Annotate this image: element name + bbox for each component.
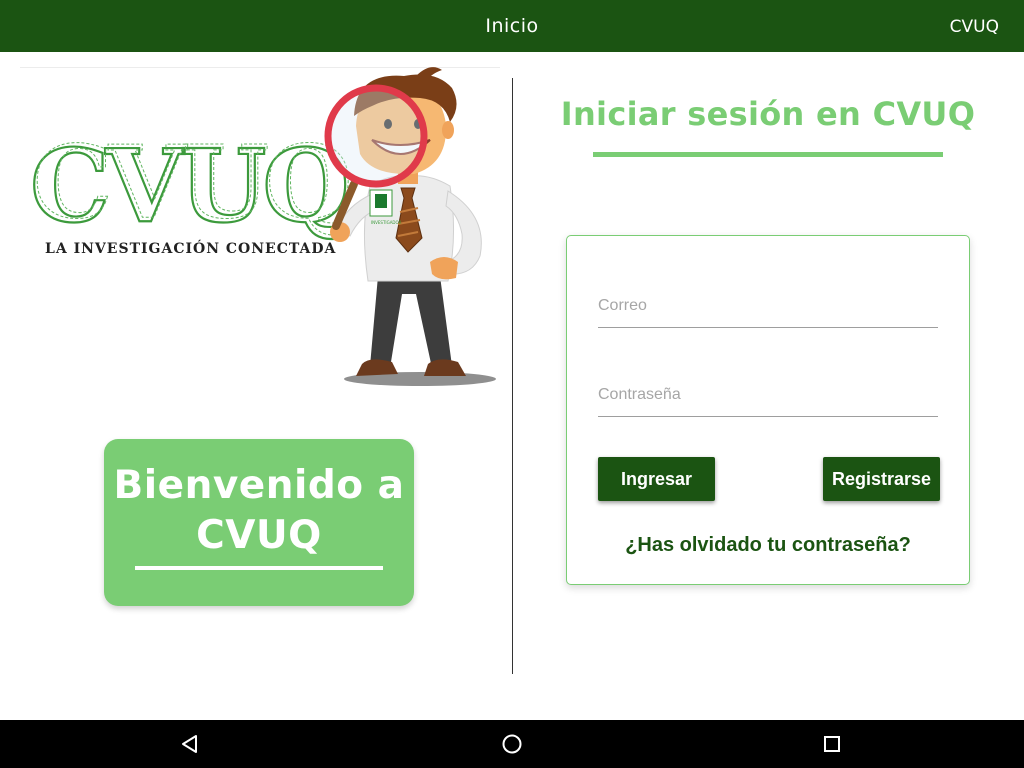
login-form-card: Ingresar Registrarse ¿Has olvidado tu co… [566, 235, 970, 585]
mascot-legs [370, 276, 452, 368]
magnifier-lens [324, 84, 428, 188]
mascot-right-shoe [424, 359, 466, 376]
mascot-illustration: INVESTIGADOR [324, 67, 496, 386]
recents-button[interactable] [802, 720, 862, 768]
logo-illustration: CVUQ CVUQ LA INVESTIGACIÓN CONECTADA INV… [29, 67, 496, 386]
login-title-underline [593, 152, 943, 157]
app-bar-title: Inicio [485, 15, 539, 37]
back-button[interactable] [160, 720, 220, 768]
welcome-line-2: CVUQ [196, 513, 322, 558]
back-triangle-icon [182, 735, 197, 753]
login-button[interactable]: Ingresar [598, 457, 715, 501]
app-bar-cvuq-action[interactable]: CVUQ [950, 0, 999, 52]
home-circle-icon [502, 734, 522, 754]
home-button[interactable] [482, 720, 542, 768]
cvuq-logo: CVUQ CVUQ LA INVESTIGACIÓN CONECTADA INV… [20, 66, 510, 396]
mascot-badge-logo [375, 194, 387, 208]
mascot-ear [442, 121, 454, 139]
forgot-password-link[interactable]: ¿Has olvidado tu contraseña? [567, 534, 969, 557]
welcome-line-1: Bienvenido a [113, 463, 405, 508]
register-button[interactable]: Registrarse [823, 457, 940, 501]
panel-divider [512, 78, 513, 674]
logo-wordmark-sketch: CVUQ [33, 123, 349, 241]
app-bar: Inicio CVUQ [0, 0, 1024, 52]
welcome-message: Bienvenido a CVUQ [104, 461, 414, 561]
welcome-underline [135, 566, 383, 570]
system-nav-bar [0, 720, 1024, 768]
mascot-badge-text: INVESTIGADOR [371, 220, 402, 225]
logo-wordmark: CVUQ CVUQ [29, 123, 353, 247]
welcome-card: Bienvenido a CVUQ [104, 439, 414, 606]
recents-square-icon [824, 736, 840, 752]
password-field[interactable] [598, 373, 938, 417]
login-title: Iniciar sesión en CVUQ [560, 95, 976, 133]
email-field[interactable] [598, 284, 938, 328]
logo-tagline: LA INVESTIGACIÓN CONECTADA [45, 239, 337, 257]
mascot-left-shoe [356, 359, 398, 376]
